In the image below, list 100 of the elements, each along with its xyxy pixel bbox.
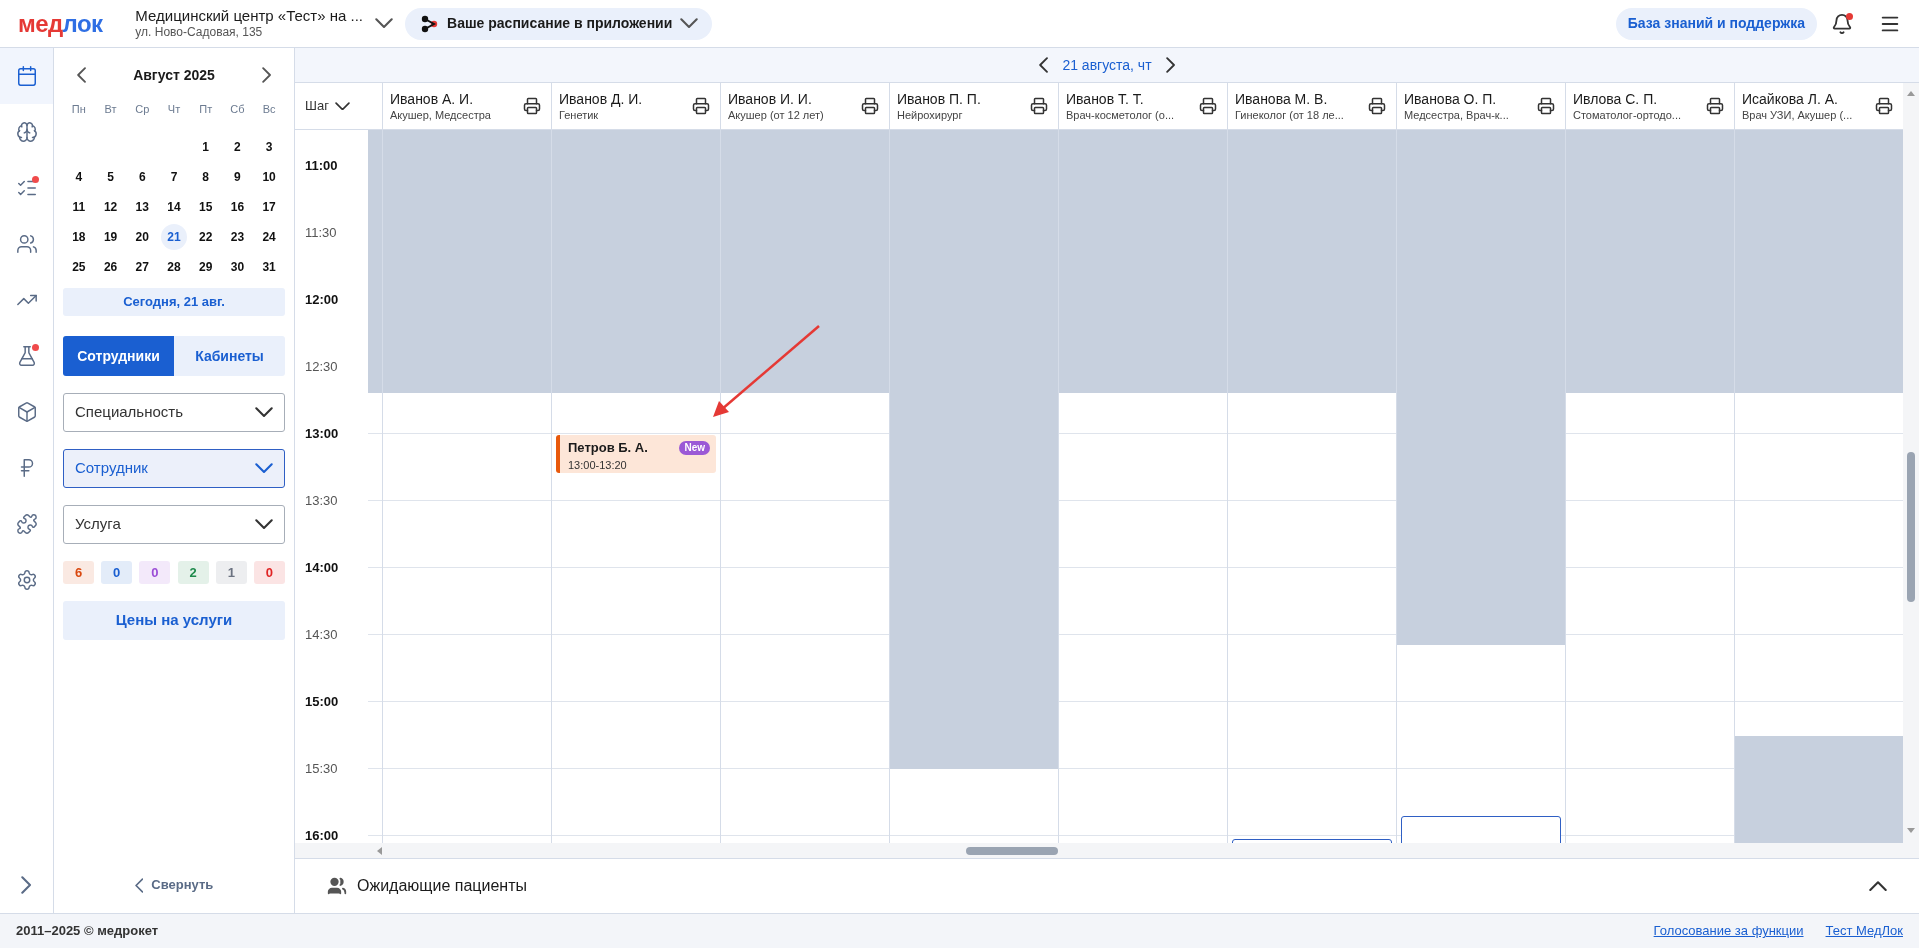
calendar-day[interactable]: 10: [256, 164, 283, 190]
chevron-down-icon: [255, 519, 273, 530]
doctor-name[interactable]: Ивлова С. П.: [1573, 90, 1682, 108]
calendar-day[interactable]: 16: [224, 194, 251, 220]
app-schedule-button[interactable]: Ваше расписание в приложении: [405, 7, 713, 40]
time-label: 15:30: [305, 759, 338, 778]
patient-name: Петров Б. А.: [568, 439, 648, 457]
printer-icon[interactable]: [1875, 97, 1893, 115]
calendar-day[interactable]: 22: [192, 224, 219, 250]
calendar-day[interactable]: 19: [97, 224, 124, 250]
calendar-day[interactable]: 13: [129, 194, 156, 220]
time-label: 13:00: [305, 424, 339, 443]
calendar-day[interactable]: 18: [65, 224, 92, 250]
vertical-scrollbar[interactable]: [1903, 83, 1919, 858]
filter-dropdown[interactable]: Специальность: [63, 393, 285, 432]
filter-dropdown[interactable]: Сотрудник: [63, 449, 285, 488]
settings-icon: [15, 569, 38, 591]
calendar-day[interactable]: 20: [129, 224, 156, 250]
calendar-day[interactable]: 5: [97, 164, 124, 190]
printer-icon[interactable]: [692, 97, 710, 115]
status-count[interactable]: 6: [63, 561, 94, 584]
printer-icon[interactable]: [1537, 97, 1555, 115]
printer-icon[interactable]: [861, 97, 879, 115]
calendar-day[interactable]: 12: [97, 194, 124, 220]
view-tab[interactable]: Кабинеты: [174, 336, 285, 376]
copyright: 2011–2025 © медрокет: [16, 922, 159, 941]
logo[interactable]: медлок: [18, 11, 103, 36]
doctor-specialty: Генетик: [559, 108, 600, 122]
calendar-day[interactable]: 27: [129, 254, 156, 280]
calendar-day[interactable]: 24: [256, 224, 283, 250]
doctor-name[interactable]: Исайкова Л. А.: [1742, 90, 1853, 108]
calendar-day[interactable]: 15: [192, 194, 219, 220]
calendar-day[interactable]: 3: [256, 134, 283, 160]
step-dropdown[interactable]: Шаг: [295, 83, 383, 129]
chevron-down-icon[interactable]: [375, 18, 394, 29]
doctor-name[interactable]: Иванов Д. И.: [559, 90, 643, 108]
printer-icon[interactable]: [523, 97, 541, 115]
doctor-name[interactable]: Иванов П. П.: [897, 90, 981, 108]
app-logo-icon: [419, 13, 440, 34]
calendar-day[interactable]: 1: [192, 134, 219, 160]
doctor-name[interactable]: Иванов И. И.: [728, 90, 824, 108]
view-tab[interactable]: Сотрудники: [63, 336, 174, 376]
chevron-down-icon: [680, 18, 699, 29]
calendar-day[interactable]: 2: [224, 134, 251, 160]
prices-button[interactable]: Цены на услуги: [63, 601, 285, 640]
collapse-button[interactable]: Свернуть: [63, 857, 285, 913]
footer-link[interactable]: Голосование за функции: [1653, 921, 1804, 941]
calendar-day[interactable]: 4: [65, 164, 92, 190]
box-icon: [15, 401, 38, 423]
status-count[interactable]: 0: [253, 561, 285, 584]
calendar-day[interactable]: 11: [65, 194, 92, 220]
doctor-name[interactable]: Иванова М. В.: [1235, 90, 1344, 108]
calendar-day[interactable]: 31: [256, 254, 283, 280]
status-count[interactable]: 0: [139, 561, 171, 584]
clinic-name[interactable]: Медицинский центр «Тест» на ...: [135, 7, 364, 25]
brain-icon: [15, 121, 38, 143]
month-title: Август 2025: [133, 65, 215, 85]
calendar-day[interactable]: 17: [256, 194, 283, 220]
time-label: 15:00: [305, 692, 339, 711]
printer-icon[interactable]: [1030, 97, 1048, 115]
footer-link[interactable]: Тест МедЛок: [1825, 921, 1903, 941]
printer-icon[interactable]: [1368, 97, 1386, 115]
nav-rail-button[interactable]: [0, 48, 53, 104]
calendar-day[interactable]: 23: [224, 224, 251, 250]
bell-icon[interactable]: [1831, 12, 1853, 35]
calendar-day[interactable]: 6: [129, 164, 156, 190]
expand-icon[interactable]: [21, 876, 32, 894]
next-day-icon[interactable]: [1165, 57, 1175, 73]
filter-dropdown[interactable]: Услуга: [63, 505, 285, 544]
status-count[interactable]: 1: [215, 561, 247, 584]
previous-day-icon[interactable]: [1039, 57, 1049, 73]
calendar-day[interactable]: 9: [224, 164, 251, 190]
calendar-day[interactable]: 8: [192, 164, 219, 190]
next-month-icon[interactable]: [261, 67, 271, 83]
appointment-card[interactable]: Петров Б. А. New 13:00-13:20: [556, 435, 716, 473]
calendar-day[interactable]: 30: [224, 254, 251, 280]
time-label: 12:30: [305, 357, 338, 376]
time-label: 12:00: [305, 290, 339, 309]
calendar-day[interactable]: 28: [161, 254, 187, 280]
calendar-day[interactable]: 29: [192, 254, 219, 280]
status-count[interactable]: 0: [101, 561, 133, 584]
doctor-name[interactable]: Иванов А. И.: [390, 90, 491, 108]
status-count[interactable]: 2: [177, 561, 209, 584]
calendar-day[interactable]: 25: [65, 254, 92, 280]
appointment-card[interactable]: [1401, 815, 1561, 843]
current-date[interactable]: 21 августа, чт: [1062, 54, 1152, 76]
support-button[interactable]: База знаний и поддержка: [1615, 7, 1817, 40]
calendar-day[interactable]: 7: [161, 164, 187, 190]
doctor-name[interactable]: Иванова О. П.: [1404, 90, 1509, 108]
today-button[interactable]: Сегодня, 21 авг.: [63, 288, 285, 316]
calendar-day[interactable]: 21: [161, 224, 187, 250]
calendar-day[interactable]: 14: [161, 194, 187, 220]
doctor-name[interactable]: Иванов Т. Т.: [1066, 90, 1175, 108]
horizontal-scrollbar[interactable]: [295, 843, 1903, 858]
weekday-label: Чт: [166, 101, 182, 117]
previous-month-icon[interactable]: [77, 67, 87, 83]
doctor-specialty: Стоматолог-ортодо...: [1573, 108, 1682, 122]
calendar-day[interactable]: 26: [97, 254, 124, 280]
printer-icon[interactable]: [1706, 97, 1724, 115]
printer-icon[interactable]: [1199, 97, 1217, 115]
